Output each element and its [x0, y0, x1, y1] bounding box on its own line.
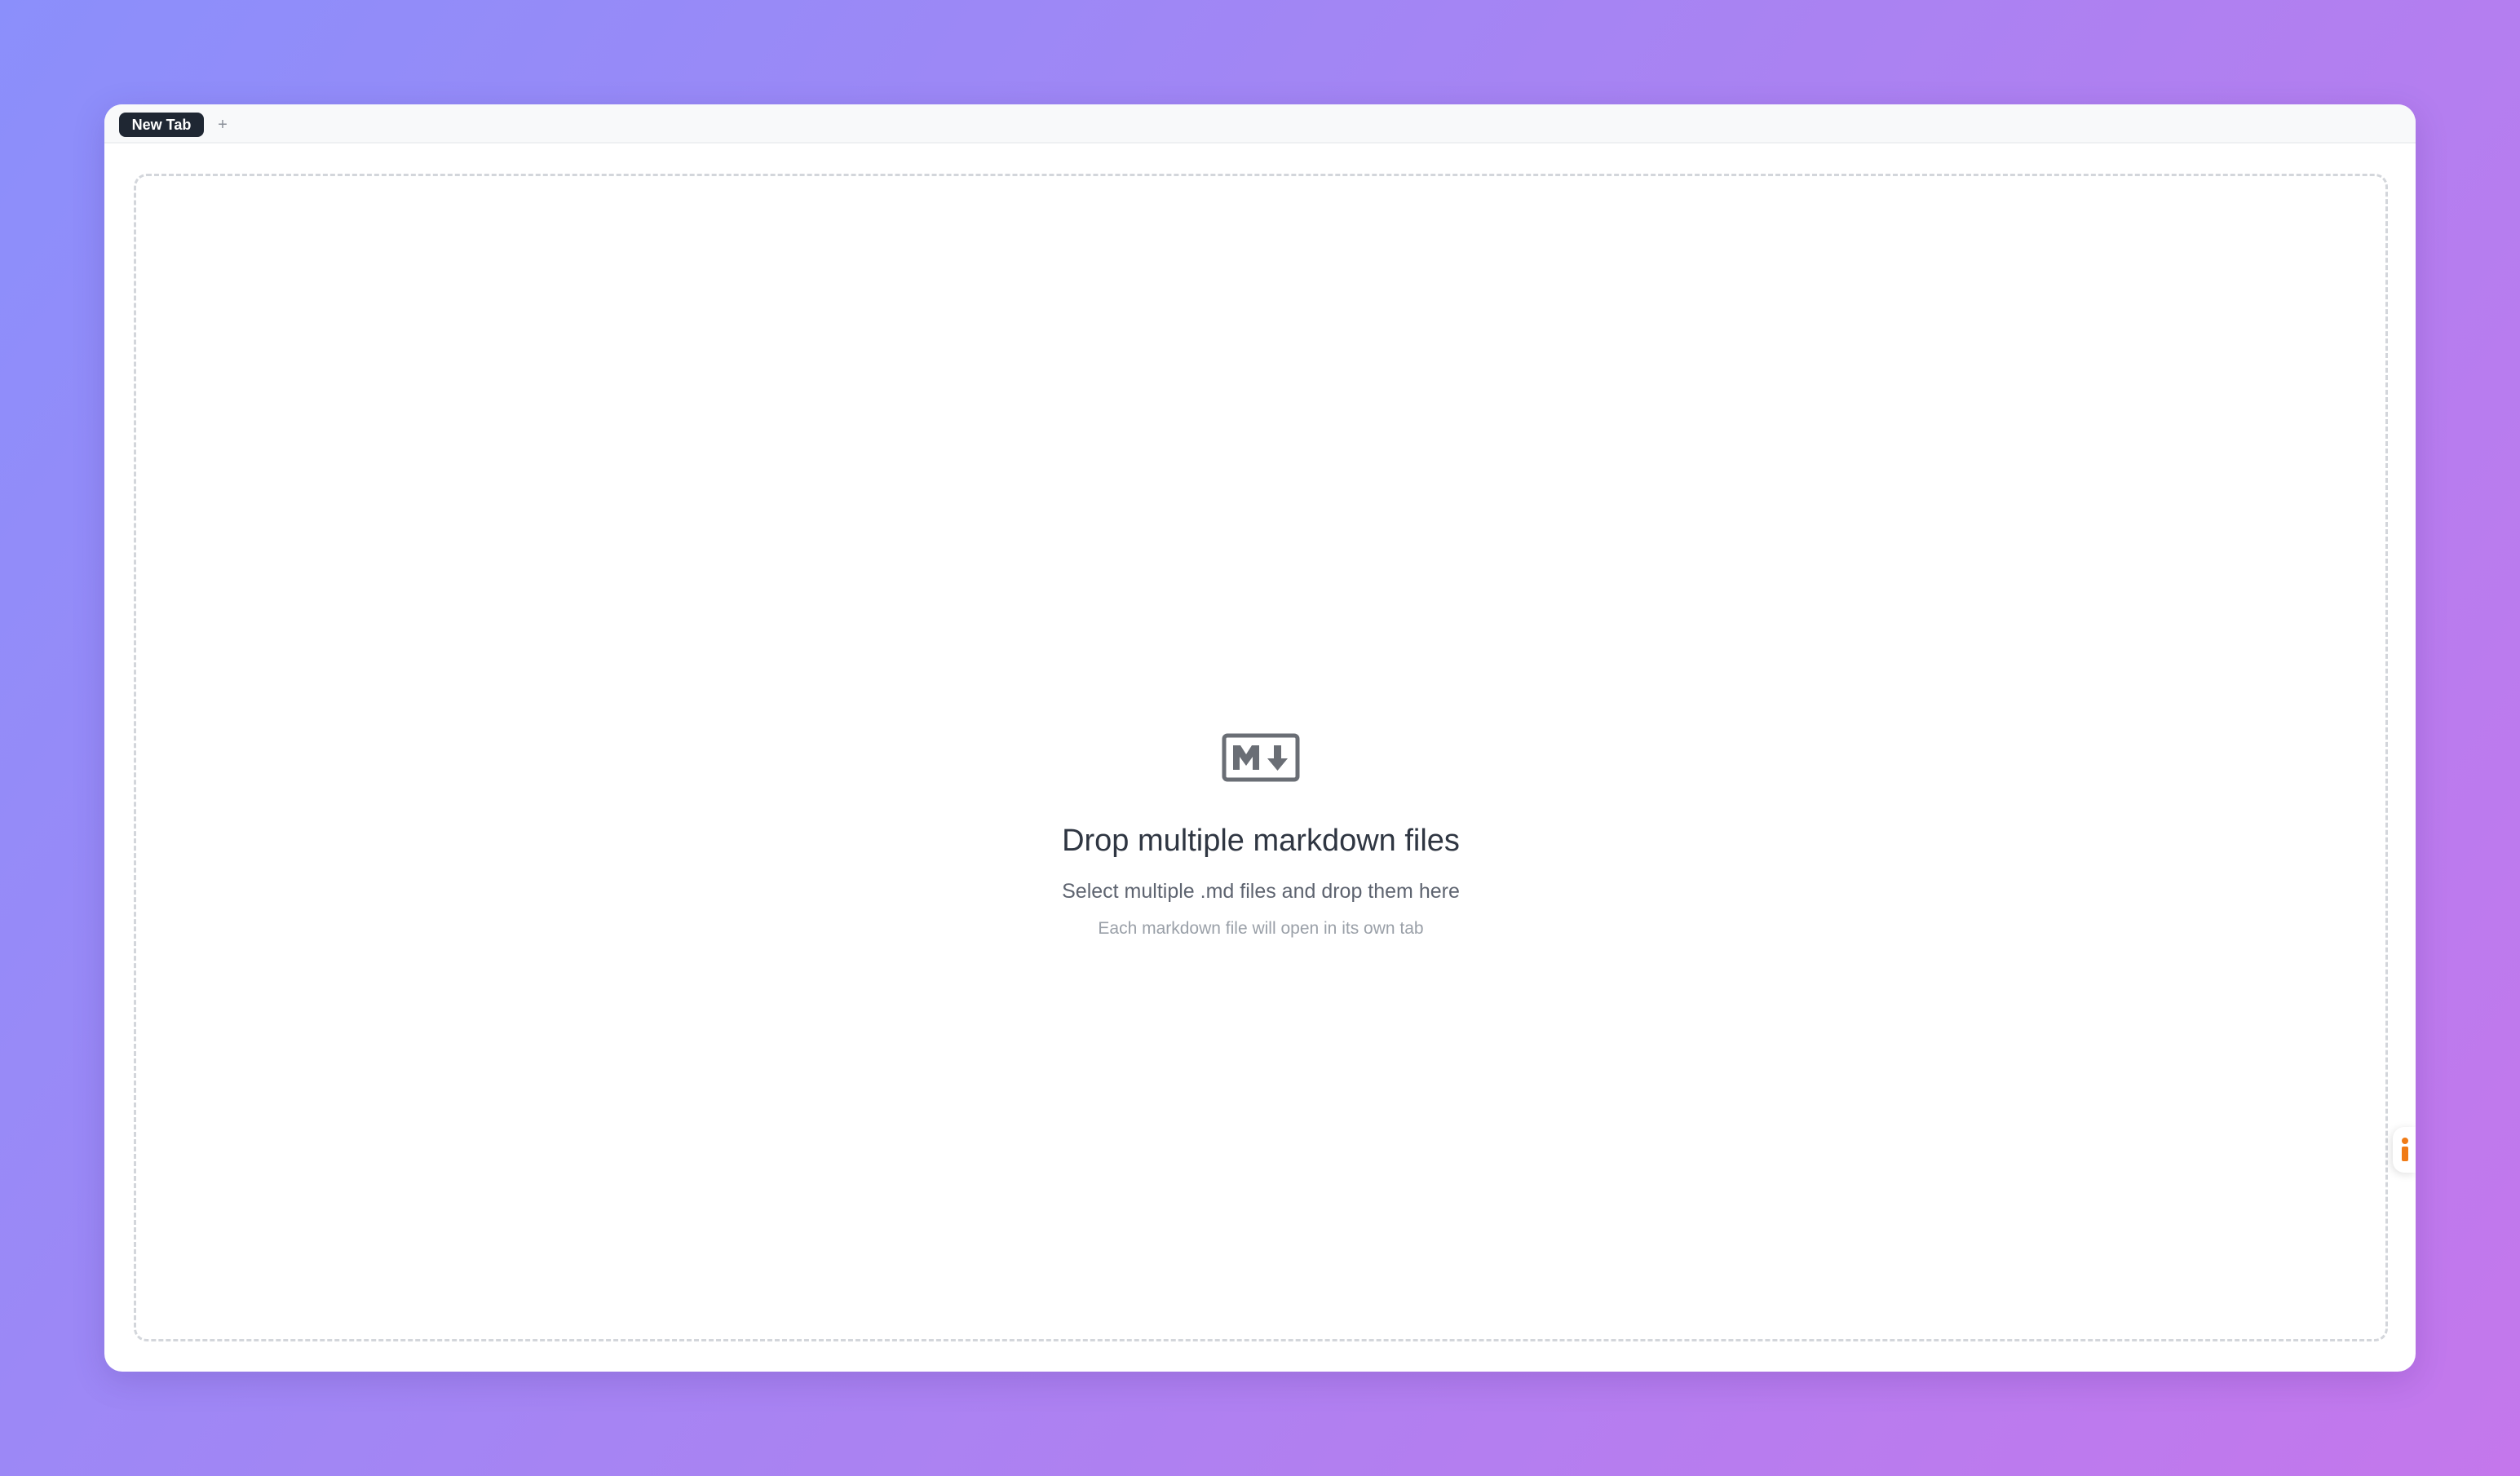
add-tab-button[interactable]: + — [210, 113, 235, 137]
markdown-icon — [1222, 733, 1300, 782]
file-drop-zone[interactable]: Drop multiple markdown files Select mult… — [134, 174, 2388, 1341]
drop-zone-title: Drop multiple markdown files — [1062, 824, 1460, 858]
drop-zone-hint: Each markdown file will open in its own … — [1098, 919, 1424, 938]
drop-zone-subtitle: Select multiple .md files and drop them … — [1062, 880, 1460, 903]
tab-bar: New Tab + — [104, 104, 2416, 144]
info-icon — [2402, 1138, 2408, 1161]
tab-new-tab[interactable]: New Tab — [119, 113, 204, 137]
info-panel-toggle[interactable] — [2393, 1127, 2416, 1173]
app-window: New Tab + Drop multiple markdown files S… — [104, 104, 2416, 1372]
